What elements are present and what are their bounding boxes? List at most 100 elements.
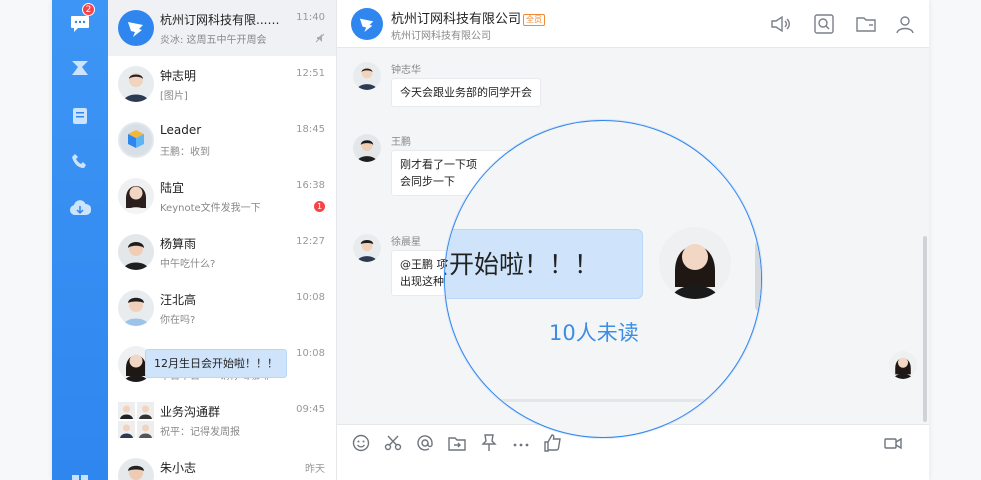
unread-count-badge: 1: [314, 201, 325, 212]
avatar: [118, 290, 154, 326]
conversation-preview: Keynote文件发我一下: [160, 203, 261, 214]
folder-icon[interactable]: [855, 13, 877, 35]
nav-docs[interactable]: [52, 101, 108, 131]
ding-icon: [72, 61, 88, 75]
magnified-scrollbar: [755, 241, 761, 311]
conversation-name: 钟志明: [160, 69, 197, 83]
conversation-item[interactable]: 钟志明 [图片] 12:51: [108, 56, 336, 112]
conversation-time: 09:45: [296, 404, 325, 415]
side-nav: 2: [52, 0, 108, 480]
magnified-divider: [445, 399, 761, 402]
avatar[interactable]: [353, 234, 381, 262]
conversation-time: 11:40: [296, 12, 325, 23]
dingtalk-logo-icon: [359, 18, 374, 32]
pin-icon[interactable]: [479, 433, 499, 453]
conversation-time: 昨天: [305, 464, 325, 475]
conversation-item[interactable]: 杭州订网科技有限...全员 炎冰: 这周五中午开周会 11:40: [108, 0, 336, 56]
message-bubble[interactable]: 今天会跟业务部的同学开会: [391, 78, 541, 107]
emoji-icon[interactable]: [351, 433, 371, 453]
person-avatar-icon: [118, 234, 154, 270]
nav-messages[interactable]: 2: [52, 3, 108, 39]
notebook-icon: [73, 108, 87, 124]
conversation-name: 业务沟通群: [160, 405, 221, 419]
conversation-preview: 祝平：记得发周报: [160, 427, 240, 438]
chat-title: 杭州订网科技有限公司 全员: [391, 8, 546, 27]
avatar: [118, 66, 154, 102]
avatar[interactable]: [353, 134, 381, 162]
person-avatar-icon: [353, 62, 381, 90]
person-avatar-icon: [659, 227, 731, 299]
person-avatar-icon: [118, 290, 154, 326]
person-avatar-icon: [118, 458, 154, 480]
person-avatar-icon: [889, 351, 917, 379]
conversation-item[interactable]: 汪北高 你在吗? 10:08: [108, 280, 336, 336]
conversation-time: 16:38: [296, 180, 325, 191]
dingtalk-logo-icon: [128, 22, 143, 37]
cloud-icon: [70, 200, 91, 215]
avatar: [118, 234, 154, 270]
magnifier-lens: 会开始啦！！！ 10人未读: [444, 120, 762, 438]
conversation-item[interactable]: 朱小志 高效 昨天: [108, 448, 336, 480]
conversation-time: 12:51: [296, 68, 325, 79]
person-avatar-icon: [353, 134, 381, 162]
mention-icon[interactable]: [415, 433, 435, 453]
nav-apps[interactable]: [52, 468, 108, 480]
person-avatar-icon: [118, 66, 154, 102]
thumbs-up-icon[interactable]: [543, 433, 563, 453]
conversation-time: 10:08: [296, 348, 325, 359]
mute-icon: [315, 33, 325, 43]
grid-icon: [72, 475, 88, 480]
conversation-time: 12:27: [296, 236, 325, 247]
leader-logo-icon: [120, 124, 152, 156]
members-icon[interactable]: [894, 13, 916, 35]
chat-scrollbar[interactable]: [923, 236, 927, 422]
conversation-item[interactable]: Leader 王鹏：收到 18:45: [108, 112, 336, 168]
message-bubble[interactable]: 12月生日会开始啦！！！: [145, 349, 287, 378]
org-avatar: [118, 10, 154, 46]
group-avatar-icon: [118, 402, 154, 438]
chat-header: 杭州订网科技有限公司 全员 杭州订网科技有限公司: [337, 0, 929, 48]
avatar: [118, 458, 154, 480]
conversation-name: 杭州订网科技有限...全员: [160, 11, 280, 28]
video-call-icon[interactable]: [883, 433, 903, 453]
all-members-tag: 全员: [523, 14, 546, 26]
message-sender: 钟志华: [391, 65, 421, 76]
group-avatar: [118, 122, 154, 158]
send-file-icon[interactable]: [447, 433, 467, 453]
magnified-message-bubble: 会开始啦！！！: [445, 229, 643, 299]
avatar[interactable]: [353, 62, 381, 90]
conversation-time: 10:08: [296, 292, 325, 303]
conversation-list: 杭州订网科技有限...全员 炎冰: 这周五中午开周会 11:40 钟志明 [图片…: [108, 0, 337, 480]
conversation-name: 汪北高: [160, 293, 197, 307]
conversation-preview: 你在吗?: [160, 315, 196, 326]
conversation-preview: 中午吃什么?: [160, 259, 216, 270]
conversation-name: 杨算雨: [160, 237, 197, 251]
conversation-item[interactable]: 陆宜 Keynote文件发我一下 16:38 1: [108, 168, 336, 224]
conversation-preview: 王鹏：收到: [160, 147, 210, 158]
read-status-label[interactable]: 10人未读: [549, 317, 639, 347]
nav-ding[interactable]: [52, 53, 108, 83]
my-avatar[interactable]: [889, 351, 917, 379]
conversation-item[interactable]: 业务沟通群 祝平：记得发周报 09:45: [108, 392, 336, 448]
scissors-icon[interactable]: [383, 433, 403, 453]
announcement-icon[interactable]: [769, 13, 791, 35]
group-avatar: [118, 402, 154, 438]
unread-badge: 2: [82, 3, 95, 16]
nav-phone[interactable]: [52, 147, 108, 177]
person-avatar-icon: [353, 234, 381, 262]
chat-icon: [71, 16, 89, 32]
conversation-name: 朱小志: [160, 461, 197, 475]
more-icon[interactable]: [511, 433, 531, 453]
org-avatar[interactable]: [351, 8, 383, 40]
conversation-item[interactable]: 杨算雨 中午吃什么? 12:27: [108, 224, 336, 280]
search-icon[interactable]: [813, 13, 835, 35]
magnified-avatar: [659, 227, 731, 299]
message-sender: 王鹏: [391, 137, 411, 148]
nav-cloud[interactable]: [52, 193, 108, 223]
person-avatar-icon: [118, 178, 154, 214]
message-sender: 徐晨星: [391, 237, 421, 248]
avatar: [118, 178, 154, 214]
chat-subtitle: 杭州订网科技有限公司: [391, 31, 491, 42]
conversation-preview: 炎冰: 这周五中午开周会: [160, 35, 267, 46]
conversation-name: Leader: [160, 123, 202, 137]
